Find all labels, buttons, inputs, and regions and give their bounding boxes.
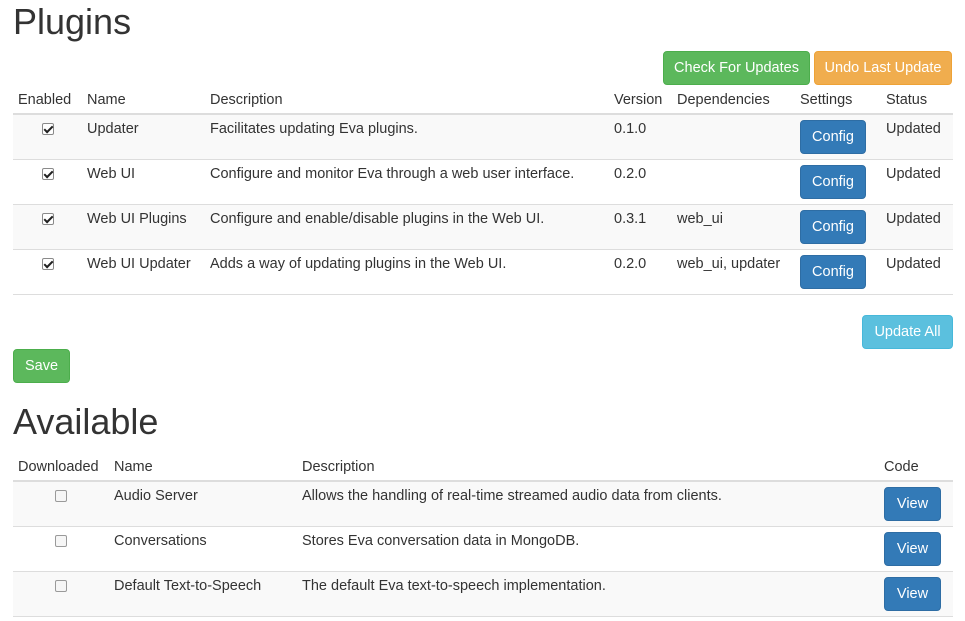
downloaded-checkbox[interactable] (55, 490, 67, 502)
plugins-title: Plugins (13, 1, 132, 42)
table-row: Audio Server Allows the handling of real… (13, 481, 953, 526)
config-button[interactable]: Config (800, 120, 866, 154)
config-button[interactable]: Config (800, 254, 866, 289)
plugin-dependencies: web_ui (677, 210, 723, 227)
enabled-checkbox[interactable] (41, 257, 54, 270)
plugin-dependencies (672, 159, 795, 204)
config-button[interactable]: Config (800, 209, 866, 244)
undo-last-update-button[interactable]: Undo Last Update (814, 51, 952, 85)
plugin-description: Adds a way of updating plugins in the We… (210, 255, 507, 272)
table-row: Updater Facilitates updating Eva plugins… (13, 114, 953, 159)
col-dependencies: Dependencies (677, 91, 770, 108)
enabled-checkbox[interactable] (41, 167, 54, 180)
available-description: Allows the handling of real-time streame… (302, 488, 722, 504)
downloaded-checkbox[interactable] (55, 579, 67, 592)
available-header-row: Downloaded Name Description Code (13, 453, 953, 481)
check-for-updates-button[interactable]: Check For Updates (663, 51, 810, 85)
plugin-status: Updated (886, 210, 941, 227)
downloaded-checkbox[interactable] (55, 534, 67, 547)
available-title: Available (13, 401, 159, 442)
plugin-status: Updated (886, 165, 941, 182)
available-description: The default Eva text-to-speech implement… (302, 577, 606, 594)
plugins-header-row: Enabled Name Description Version Depende… (13, 86, 953, 114)
available-name: Audio Server (114, 488, 198, 504)
col-name: Name (114, 458, 153, 475)
available-description: Stores Eva conversation data in MongoDB. (302, 532, 580, 549)
plugin-description: Facilitates updating Eva plugins. (210, 121, 418, 137)
save-button[interactable]: Save (13, 349, 70, 383)
table-row: Web UI Updater Adds a way of updating pl… (13, 249, 953, 294)
table-row: Web UI Configure and monitor Eva through… (13, 159, 953, 204)
plugin-name: Web UI (87, 165, 136, 182)
col-description: Description (302, 458, 375, 475)
plugin-version: 0.1.0 (614, 121, 647, 137)
enabled-checkbox[interactable] (41, 212, 54, 225)
col-version: Version (614, 91, 663, 108)
plugin-version: 0.3.1 (614, 210, 647, 227)
plugin-description: Configure and monitor Eva through a web … (210, 165, 575, 182)
available-name: Conversations (114, 532, 207, 549)
col-name: Name (87, 91, 126, 108)
col-enabled: Enabled (18, 91, 72, 108)
table-row: Conversations Stores Eva conversation da… (13, 526, 953, 571)
enabled-checkbox[interactable] (41, 123, 54, 135)
plugin-description: Configure and enable/disable plugins in … (210, 210, 545, 227)
table-row: Default Text-to-Speech The default Eva t… (13, 571, 953, 616)
col-downloaded: Downloaded (18, 458, 99, 475)
config-button[interactable]: Config (800, 164, 866, 199)
plugin-version: 0.2.0 (614, 255, 647, 272)
table-row: Web UI Plugins Configure and enable/disa… (13, 204, 953, 249)
col-settings: Settings (800, 91, 853, 108)
update-all-button[interactable]: Update All (862, 315, 953, 349)
col-status: Status (886, 91, 928, 108)
view-button[interactable]: View (884, 487, 941, 521)
plugin-status: Updated (886, 255, 941, 272)
plugin-name: Updater (87, 121, 139, 137)
plugin-status: Updated (886, 121, 941, 137)
plugins-table: Enabled Name Description Version Depende… (13, 86, 953, 295)
view-button[interactable]: View (884, 576, 941, 611)
plugin-dependencies (672, 114, 795, 159)
available-name: Default Text-to-Speech (114, 577, 262, 594)
plugin-dependencies: web_ui, updater (677, 255, 781, 272)
available-table: Downloaded Name Description Code Audio S… (13, 453, 953, 617)
col-code: Code (884, 458, 919, 475)
plugin-name: Web UI Plugins (87, 210, 187, 227)
plugin-version: 0.2.0 (614, 165, 647, 182)
view-button[interactable]: View (884, 531, 941, 566)
col-description: Description (210, 91, 283, 108)
plugin-name: Web UI Updater (87, 255, 191, 272)
